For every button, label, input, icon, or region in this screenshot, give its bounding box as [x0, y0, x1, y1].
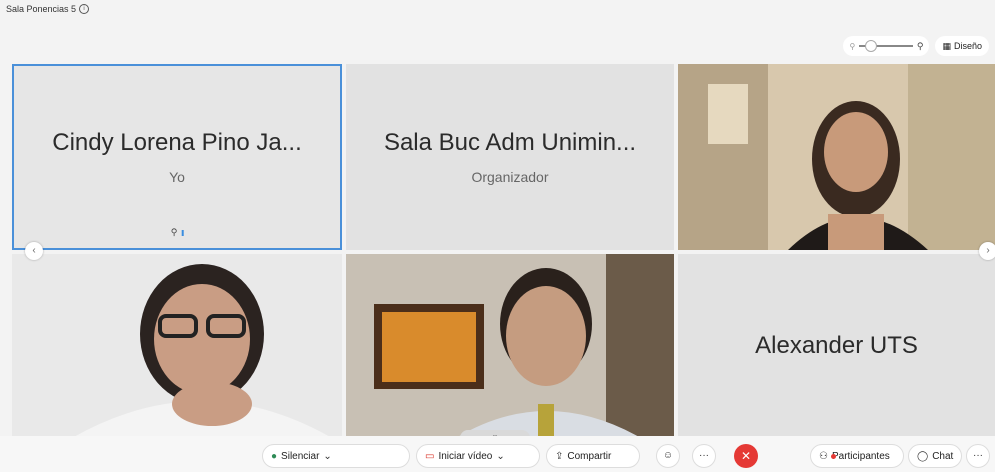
chevron-down-icon[interactable]: ⌄: [496, 451, 504, 462]
participant-name: Cindy Lorena Pino Ja...: [52, 129, 302, 156]
meeting-window: Sala Ponencias 5 i ⚲ ⚲ ▦ Diseño Cindy Lo…: [0, 0, 995, 472]
chat-icon: ◯: [917, 450, 929, 462]
participant-role: Organizador: [471, 169, 549, 185]
view-controls: ⚲ ⚲ ▦ Diseño: [843, 36, 989, 56]
grid-icon: ▦: [942, 40, 951, 51]
participants-button[interactable]: ⚇ Participantes: [810, 444, 904, 468]
zoom-in-icon[interactable]: ⚲: [917, 41, 924, 52]
audio-options-icon[interactable]: ⌄: [323, 451, 331, 462]
close-icon: ✕: [740, 449, 752, 463]
participant-tile-alexander[interactable]: Alexander UTS: [678, 254, 995, 438]
end-call-button[interactable]: ✕: [734, 444, 758, 468]
share-button-label: Compartir: [567, 450, 612, 462]
zoom-out-icon[interactable]: ⚲: [849, 42, 855, 51]
participant-name: Alexander UTS: [755, 332, 918, 359]
video-frame: [346, 254, 674, 438]
participant-video-woman[interactable]: [678, 64, 995, 250]
chat-button-label: Chat: [932, 450, 954, 462]
notification-dot: [831, 453, 836, 459]
more-icon: ···: [699, 450, 709, 461]
mute-button-label: Silenciar: [281, 450, 320, 462]
chat-button[interactable]: ◯ Chat: [908, 444, 962, 468]
meeting-toolbar: ● Silenciar ⌄ ▭ Iniciar vídeo ⌄ ⇪ Compar…: [0, 436, 995, 472]
zoom-slider[interactable]: ⚲ ⚲: [843, 36, 930, 56]
meeting-title: Sala Ponencias 5 i: [6, 4, 90, 14]
share-icon: ⇪: [555, 450, 564, 462]
zoom-track[interactable]: [859, 40, 913, 52]
more-icon: ···: [973, 450, 983, 461]
zoom-knob[interactable]: [864, 40, 877, 52]
audio-status: ⚲: [171, 227, 184, 238]
microphone-icon: ●: [271, 450, 278, 462]
participants-icon: ⚇: [819, 451, 836, 462]
participant-role: Yo: [169, 169, 185, 185]
more-options-button[interactable]: ···: [692, 444, 716, 468]
audio-level-indicator: [181, 229, 184, 236]
meeting-title-text: Sala Ponencias 5: [6, 4, 77, 14]
start-video-button[interactable]: ▭ Iniciar vídeo ⌄: [416, 444, 540, 468]
video-frame: [678, 64, 995, 250]
start-video-label: Iniciar vídeo: [438, 450, 493, 462]
mute-button[interactable]: ● Silenciar ⌄: [262, 444, 410, 468]
previous-page-arrow[interactable]: ‹: [25, 242, 43, 260]
share-button[interactable]: ⇪ Compartir: [546, 444, 640, 468]
participant-tile-self[interactable]: Cindy Lorena Pino Ja... Yo ⚲: [12, 64, 342, 250]
info-icon[interactable]: i: [79, 4, 90, 14]
emoji-icon: ☺: [662, 450, 674, 461]
layout-button[interactable]: ▦ Diseño: [935, 36, 989, 56]
participants-button-label: Participantes: [831, 450, 890, 462]
audio-icon: ⚲: [170, 227, 178, 237]
video-frame: [12, 254, 342, 438]
layout-button-label: Diseño: [953, 41, 982, 51]
next-page-arrow[interactable]: ›: [979, 242, 995, 260]
toolbar-more-button[interactable]: ···: [966, 444, 990, 468]
participant-tile-organizer[interactable]: Sala Buc Adm Unimin... Organizador: [346, 64, 674, 250]
participant-name: Sala Buc Adm Unimin...: [383, 129, 637, 156]
reactions-button[interactable]: ☺: [656, 444, 680, 468]
participant-video-man[interactable]: [346, 254, 674, 438]
video-off-icon: ▭: [425, 450, 435, 462]
participant-video-glasses[interactable]: [12, 254, 342, 438]
